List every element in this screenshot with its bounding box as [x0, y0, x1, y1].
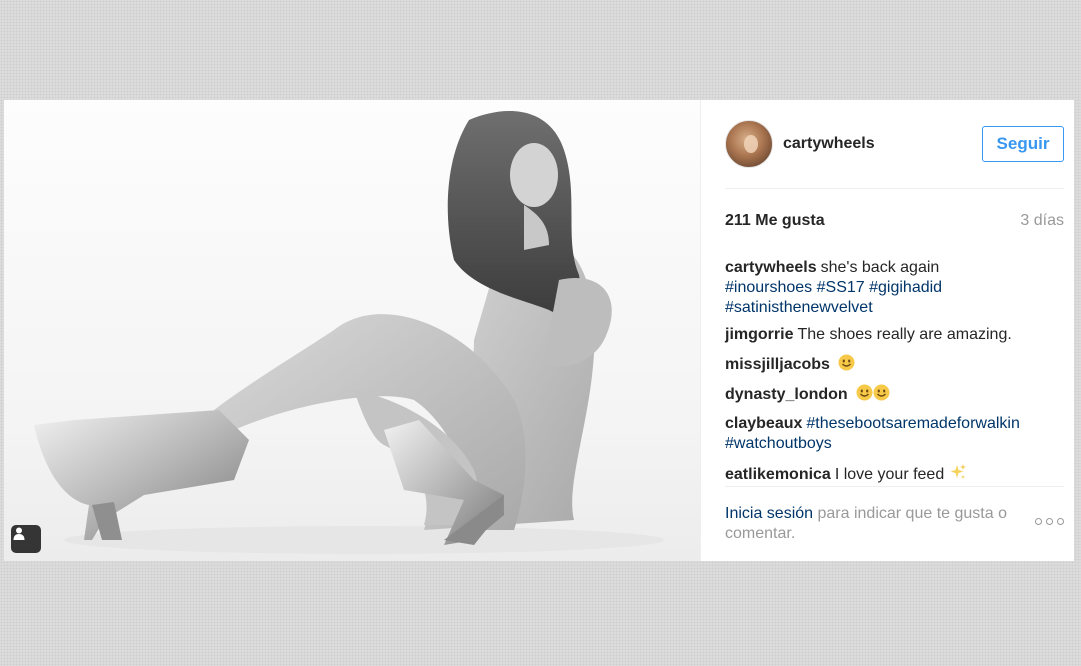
comment-author[interactable]: claybeaux [725, 415, 802, 432]
comment-author[interactable]: missjilljacobs [725, 356, 830, 373]
model-photo-illustration [34, 111, 664, 554]
more-options-icon[interactable] [1035, 518, 1064, 525]
hashtag-link[interactable]: #satinisthenewvelvet [725, 299, 873, 316]
comments-list: cartywheels she's back again #inourshoes … [725, 258, 1054, 494]
dot [1046, 518, 1053, 525]
hashtag-link[interactable]: #watchoutboys [725, 435, 832, 452]
sparkles-icon [950, 464, 966, 479]
comment-author[interactable]: eatlikemonica [725, 466, 831, 483]
smiling-face-icon [856, 384, 873, 401]
post-timestamp[interactable]: 3 días [1020, 212, 1064, 230]
header-divider [725, 188, 1064, 189]
follow-button[interactable]: Seguir [982, 126, 1064, 162]
comment-item: claybeaux #thesebootsaremadeforwalkin #wa… [725, 414, 1054, 454]
comment-item: dynasty_london [725, 384, 1054, 405]
comment-text: I love your feed [834, 466, 945, 483]
post-photo[interactable] [4, 100, 700, 561]
login-prompt: Inicia sesión para indicar que te gusta … [725, 504, 1025, 544]
comment-item: cartywheels she's back again #inourshoes … [725, 258, 1054, 318]
comment-item: eatlikemonica I love your feed [725, 463, 1054, 485]
likes-row: 211 Me gusta 3 días [725, 212, 1064, 230]
avatar[interactable] [725, 120, 773, 168]
smiling-face-icon [838, 354, 855, 371]
smiling-face-icon [873, 384, 890, 401]
comment-text: The shoes really are amazing. [797, 326, 1012, 343]
hashtag-link[interactable]: #inourshoes [725, 279, 812, 296]
login-link[interactable]: Inicia sesión [725, 505, 813, 522]
person-icon [13, 527, 25, 540]
username-link[interactable]: cartywheels [783, 135, 875, 153]
comment-item: missjilljacobs [725, 354, 1054, 375]
comment-item: jimgorrie The shoes really are amazing. [725, 325, 1054, 345]
comment-author[interactable]: cartywheels [725, 259, 817, 276]
hashtag-link[interactable]: #SS17 [817, 279, 865, 296]
hashtag-link[interactable]: #gigihadid [869, 279, 942, 296]
hashtag-link[interactable]: #thesebootsaremadeforwalkin [806, 415, 1019, 432]
comment-author[interactable]: dynasty_london [725, 386, 848, 403]
post-header: cartywheels Seguir [725, 118, 1064, 170]
post-sidebar: cartywheels Seguir 211 Me gusta 3 días c… [700, 100, 1074, 561]
likes-count[interactable]: 211 Me gusta [725, 212, 825, 230]
footer-divider [725, 486, 1064, 487]
tagged-users-icon[interactable] [11, 525, 41, 553]
post-footer: Inicia sesión para indicar que te gusta … [725, 504, 1064, 544]
comment-author[interactable]: jimgorrie [725, 326, 793, 343]
dot [1035, 518, 1042, 525]
instagram-post-card: cartywheels Seguir 211 Me gusta 3 días c… [4, 100, 1074, 561]
comment-text: she's back again [820, 259, 940, 276]
dot [1057, 518, 1064, 525]
